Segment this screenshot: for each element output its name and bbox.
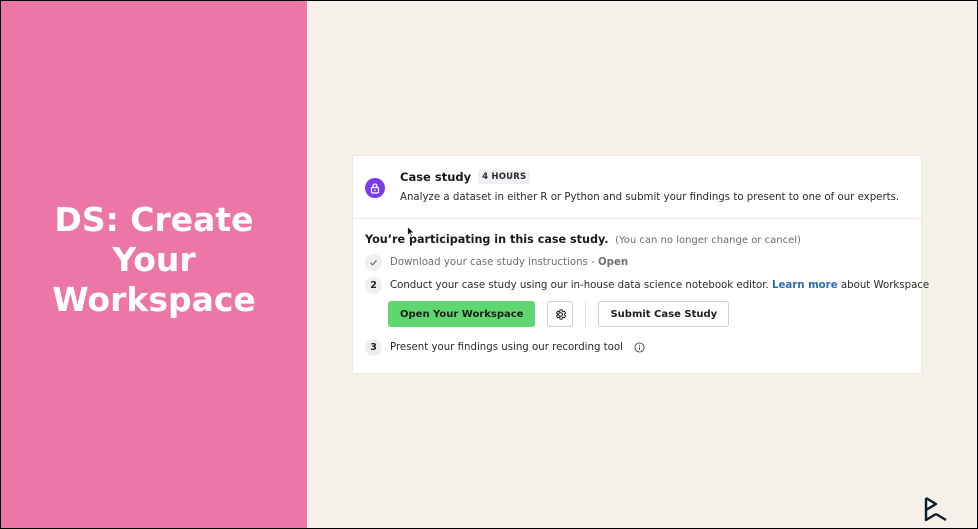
info-icon[interactable] bbox=[634, 342, 645, 353]
step-present: 3 Present your findings using our record… bbox=[365, 339, 645, 356]
workspace-actions: Open Your Workspace Submit Case Study bbox=[388, 301, 730, 327]
lock-icon bbox=[365, 178, 385, 198]
content-panel: Case study 4 HOURS Analyze a dataset in … bbox=[307, 1, 977, 528]
button-divider bbox=[585, 301, 587, 327]
check-icon bbox=[365, 254, 382, 271]
case-title-row: Case study 4 HOURS bbox=[400, 170, 531, 184]
download-open-link[interactable]: Open bbox=[598, 257, 628, 268]
step-download: Download your case study instructions - … bbox=[365, 254, 628, 271]
case-study-description: Analyze a dataset in either R or Python … bbox=[400, 192, 900, 203]
participating-label: You’re participating in this case study. bbox=[365, 233, 609, 246]
workspace-settings-button[interactable] bbox=[547, 301, 574, 327]
step-conduct: 2 Conduct your case study using our in-h… bbox=[365, 277, 929, 294]
open-workspace-button[interactable]: Open Your Workspace bbox=[388, 301, 536, 327]
case-study-header: Case study 4 HOURS Analyze a dataset in … bbox=[353, 156, 921, 219]
cursor-icon bbox=[407, 223, 416, 242]
duration-badge: 4 HOURS bbox=[478, 170, 531, 184]
case-study-title: Case study bbox=[400, 170, 472, 184]
case-study-card: Case study 4 HOURS Analyze a dataset in … bbox=[352, 155, 929, 374]
video-frame: DS: Create Your Workspace Case study 4 H… bbox=[1, 1, 977, 528]
gear-icon bbox=[555, 308, 567, 320]
participating-note: (You can no longer change or cancel) bbox=[615, 235, 801, 246]
slide-title: DS: Create Your Workspace bbox=[52, 199, 256, 319]
participation-status: You’re participating in this case study.… bbox=[365, 233, 801, 246]
step-conduct-text: Conduct your case study using our in-hou… bbox=[390, 280, 930, 291]
submit-case-study-button[interactable]: Submit Case Study bbox=[598, 301, 730, 327]
step-number: 3 bbox=[365, 339, 382, 356]
title-panel: DS: Create Your Workspace bbox=[1, 1, 307, 528]
datacamp-logo-icon bbox=[924, 496, 950, 528]
step-present-text: Present your findings using our recordin… bbox=[390, 342, 623, 353]
step-download-text: Download your case study instructions - … bbox=[390, 257, 629, 268]
learn-more-link[interactable]: Learn more bbox=[772, 280, 838, 291]
step-number: 2 bbox=[365, 277, 382, 294]
